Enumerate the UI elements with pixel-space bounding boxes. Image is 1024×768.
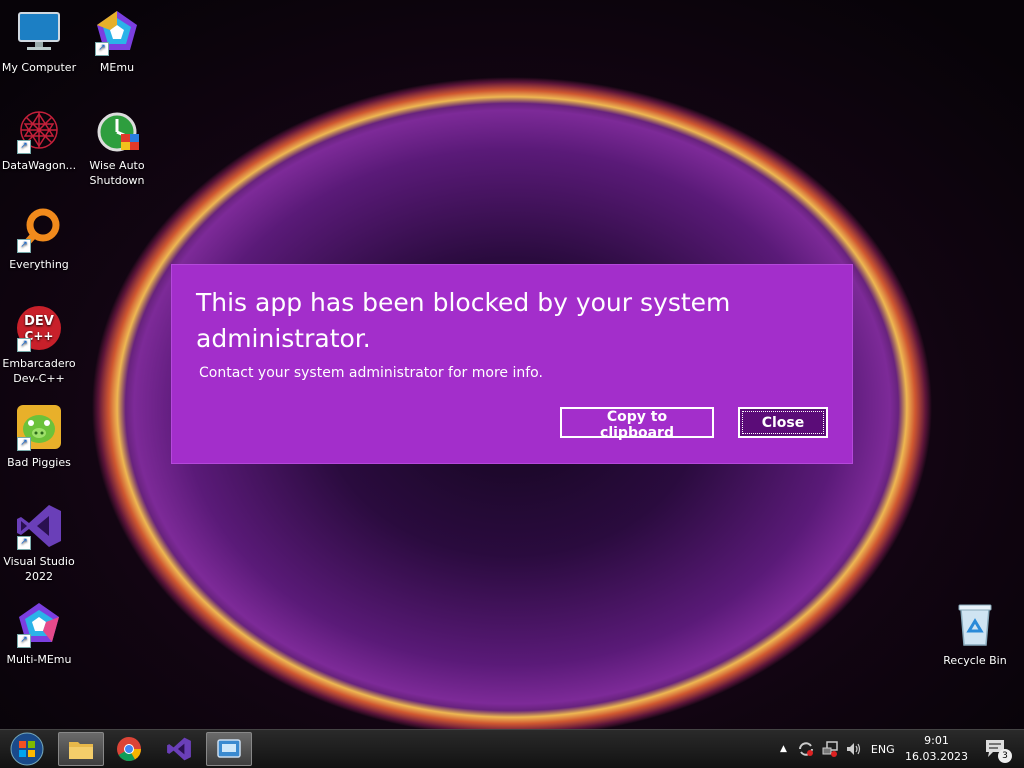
memu-icon: ↗ xyxy=(15,600,63,648)
show-hidden-icons-icon[interactable]: ▲ xyxy=(780,744,787,754)
desktop-icon-label: Multi-MEmu xyxy=(6,653,72,666)
desktop-icon-wise-auto-shutdown[interactable]: Wise Auto Shutdown xyxy=(78,106,156,188)
notification-count-badge: 3 xyxy=(998,749,1012,763)
desktop-icon-label: Bad Piggies xyxy=(7,456,71,469)
close-button[interactable]: Close xyxy=(738,407,828,438)
volume-icon[interactable] xyxy=(845,740,863,758)
desktop-icon-multi-memu[interactable]: ↗ Multi-MEmu xyxy=(0,600,78,667)
clock-date: 16.03.2023 xyxy=(905,750,968,763)
clock-time: 9:01 xyxy=(924,734,949,747)
desktop-icon-label: Visual Studio 2022 xyxy=(3,555,75,583)
desktop-icon-label: Wise Auto Shutdown xyxy=(89,159,145,187)
network-icon[interactable] xyxy=(821,740,839,758)
taskbar-app-window[interactable] xyxy=(206,732,252,766)
taskbar: ▲ ENG 9:01 16.03.2023 3 xyxy=(0,729,1024,768)
shortcut-arrow-icon: ↗ xyxy=(17,634,31,648)
dialog-message: Contact your system administrator for mo… xyxy=(199,365,543,381)
datawagon-icon: ↗ xyxy=(15,106,63,154)
desktop-icon-label: MEmu xyxy=(99,61,135,74)
visual-studio-icon: ↗ xyxy=(15,502,63,550)
clock[interactable]: 9:01 16.03.2023 xyxy=(905,733,968,765)
windows-logo-icon xyxy=(10,732,44,766)
taskbar-app-visual-studio[interactable] xyxy=(156,732,202,766)
desktop-icon-label: Embarcadero Dev-C++ xyxy=(2,357,76,385)
start-button[interactable] xyxy=(4,732,50,766)
desktop-icon-label: Everything xyxy=(9,258,69,271)
folder-icon xyxy=(69,742,93,759)
desktop-icon-everything[interactable]: ↗ Everything xyxy=(0,205,78,272)
memu-icon: ↗ xyxy=(93,8,141,56)
shortcut-arrow-icon: ↗ xyxy=(17,536,31,550)
shortcut-arrow-icon: ↗ xyxy=(17,338,31,352)
shortcut-arrow-icon: ↗ xyxy=(95,42,109,56)
desktop-icon-label: DataWagon... xyxy=(1,159,77,172)
monitor-icon xyxy=(15,8,63,56)
desktop-icon-visual-studio[interactable]: ↗ Visual Studio 2022 xyxy=(0,502,78,584)
dialog-title: This app has been blocked by your system… xyxy=(196,288,731,353)
shortcut-arrow-icon: ↗ xyxy=(17,437,31,451)
recycle-bin-icon xyxy=(951,601,999,649)
chrome-icon xyxy=(117,737,141,762)
notifications-button[interactable]: 3 xyxy=(984,737,1012,763)
desktop-icon-my-computer[interactable]: My Computer xyxy=(0,8,78,75)
desktop-icon-datawagon[interactable]: ↗ DataWagon... xyxy=(0,106,78,173)
taskbar-app-chrome[interactable] xyxy=(106,732,152,766)
system-tray: ▲ ENG xyxy=(780,730,895,768)
dev-cpp-icon: DEV C++ ↗ xyxy=(15,304,63,352)
desktop-icon-bad-piggies[interactable]: ↗ Bad Piggies xyxy=(0,403,78,470)
desktop-icon-label: Recycle Bin xyxy=(943,654,1007,667)
taskbar-app-file-explorer[interactable] xyxy=(58,732,104,766)
language-indicator[interactable]: ENG xyxy=(871,743,895,756)
shortcut-arrow-icon: ↗ xyxy=(17,239,31,253)
svg-text:DEV: DEV xyxy=(24,314,54,329)
visual-studio-icon xyxy=(167,737,191,761)
desktop-icon-label: My Computer xyxy=(1,61,77,74)
app-window-icon xyxy=(217,739,241,758)
desktop-icon-recycle-bin[interactable]: Recycle Bin xyxy=(936,601,1014,668)
magnifier-icon: ↗ xyxy=(15,205,63,253)
shortcut-arrow-icon: ↗ xyxy=(17,140,31,154)
desktop-icon-dev-cpp[interactable]: DEV C++ ↗ Embarcadero Dev-C++ xyxy=(0,304,78,386)
clock-icon xyxy=(93,106,141,154)
sync-icon[interactable] xyxy=(797,740,815,758)
copy-to-clipboard-button[interactable]: Copy to clipboard xyxy=(560,407,714,441)
blocked-app-dialog: This app has been blocked by your system… xyxy=(172,265,852,463)
pig-icon: ↗ xyxy=(15,403,63,451)
desktop-icon-memu[interactable]: ↗ MEmu xyxy=(78,8,156,75)
